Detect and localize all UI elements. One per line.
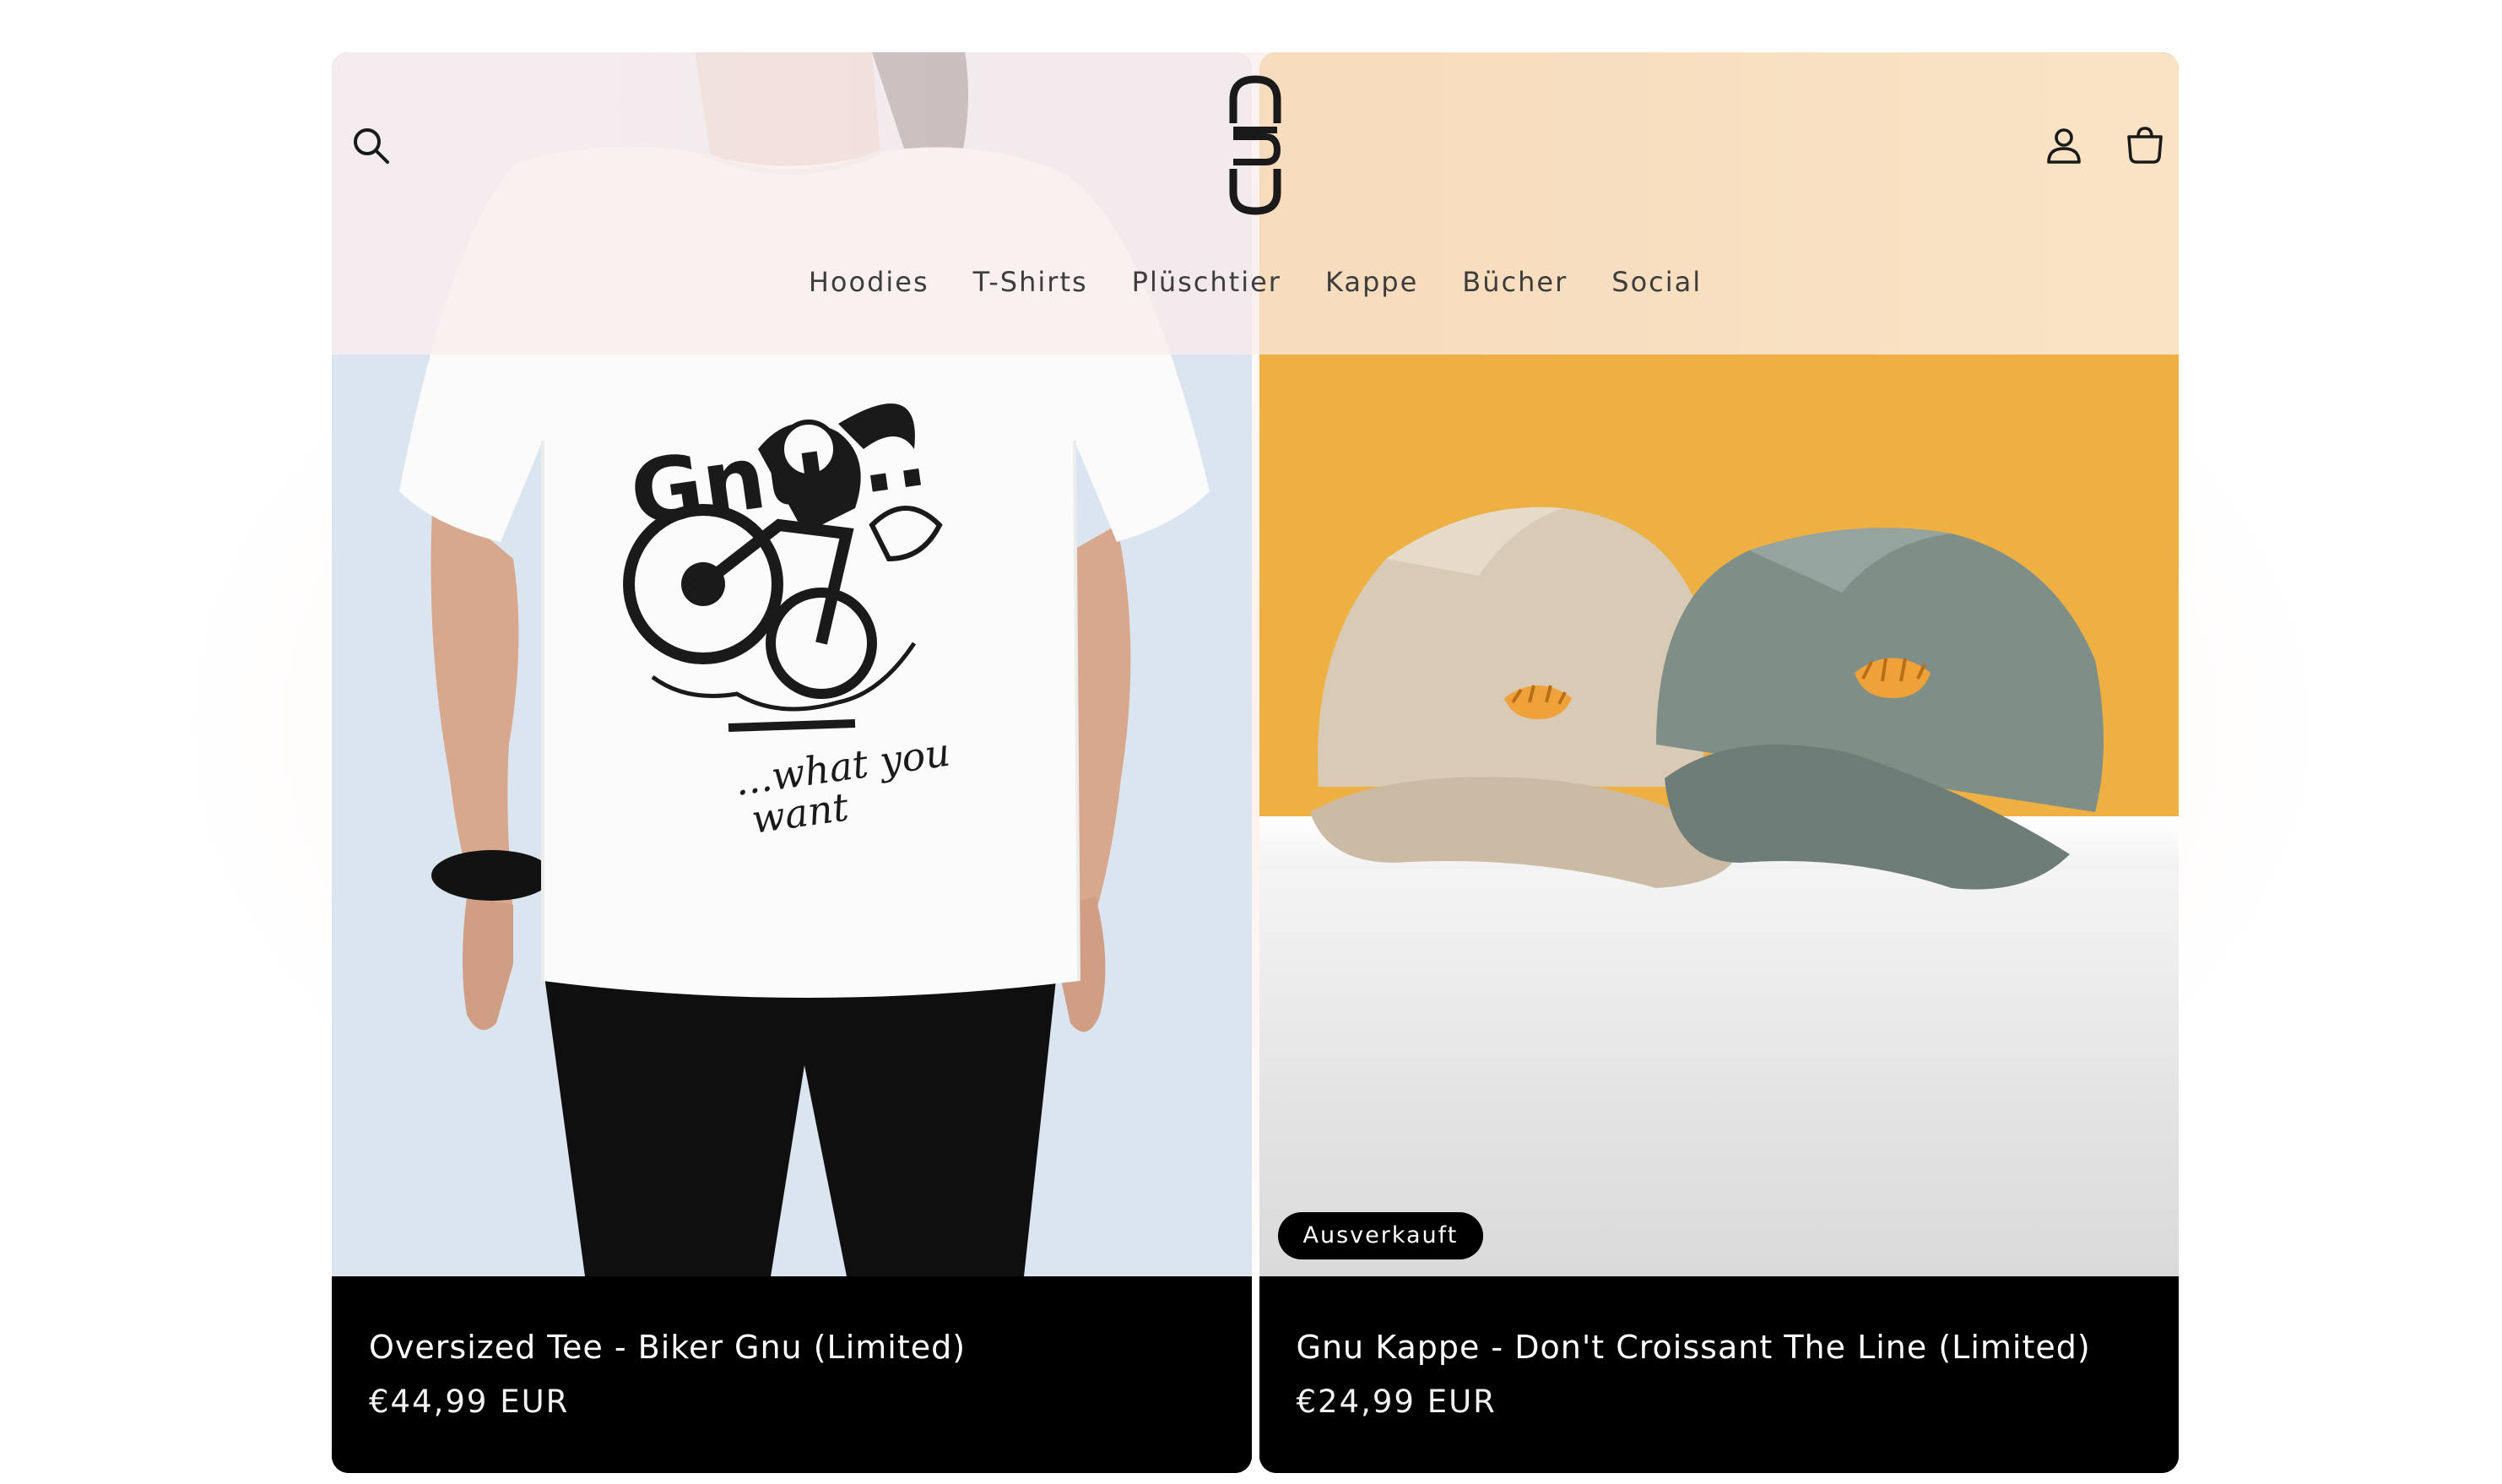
nav-item-bucher[interactable]: Bücher [1462, 263, 1568, 301]
nav-item-t-shirts[interactable]: T-Shirts [973, 263, 1088, 301]
product-price: €44,99 EUR [369, 1384, 570, 1420]
main-navigation: Hoodies T-Shirts Plüschtier Kappe Bücher… [332, 263, 2179, 301]
product-price: €24,99 EUR [1296, 1384, 1497, 1420]
product-title[interactable]: Oversized Tee - Biker Gnu (Limited) [369, 1327, 1215, 1368]
search-button[interactable] [340, 115, 401, 176]
search-icon [354, 128, 389, 164]
cart-button[interactable] [2115, 115, 2175, 176]
account-button[interactable] [2034, 115, 2094, 176]
account-icon [2047, 128, 2081, 164]
gnu-logo-icon[interactable] [1225, 74, 1286, 216]
page: Gnu... ...what you want Oversized Tee - … [0, 0, 2502, 1484]
nav-item-social[interactable]: Social [1611, 263, 1702, 301]
product-title[interactable]: Gnu Kappe - Don't Croissant The Line (Li… [1297, 1327, 2142, 1368]
product-info-cap: Gnu Kappe - Don't Croissant The Line (Li… [1259, 1276, 2179, 1473]
product-info-tee: Oversized Tee - Biker Gnu (Limited) €44,… [332, 1276, 1252, 1473]
sold-out-badge: Ausverkauft [1277, 1212, 1484, 1259]
nav-item-pluschtier[interactable]: Plüschtier [1132, 263, 1281, 301]
cart-icon [2127, 127, 2163, 164]
site-header: Hoodies T-Shirts Plüschtier Kappe Bücher… [332, 52, 2179, 355]
nav-item-kappe[interactable]: Kappe [1325, 263, 1418, 301]
nav-item-hoodies[interactable]: Hoodies [809, 263, 929, 301]
